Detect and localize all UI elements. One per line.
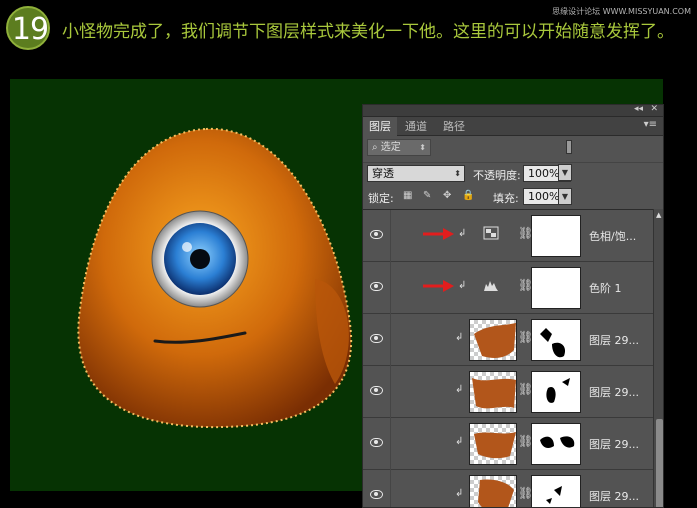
panel-menu-icon[interactable]: ▾≡	[644, 119, 657, 130]
layer-name[interactable]: 色阶 1	[589, 280, 622, 296]
red-arrow-icon	[423, 228, 454, 240]
layer-filter-select[interactable]: ⌕ 选定 ⬍	[367, 139, 431, 156]
tab-channels[interactable]: 通道	[399, 117, 437, 136]
layer-row[interactable]: ↲ ⛓ 色阶 1	[363, 262, 653, 314]
levels-icon	[484, 281, 498, 291]
blend-mode-select[interactable]: 穿透 ⬍	[367, 165, 465, 182]
mask-thumbnail[interactable]	[531, 215, 581, 257]
visibility-toggle[interactable]	[363, 418, 391, 470]
eye-icon[interactable]	[370, 438, 383, 447]
opacity-label: 不透明度:	[473, 169, 521, 182]
layer-row[interactable]: ↲ ⛓ 图层 29...	[363, 366, 653, 418]
layer-row[interactable]: ↲ ⛓ 色相/饱...	[363, 210, 653, 262]
hue-saturation-icon	[483, 226, 499, 240]
tab-layers[interactable]: 图层	[363, 117, 397, 136]
red-arrow-icon	[423, 280, 454, 292]
fill-value: 100%	[528, 190, 560, 203]
fill-dropdown-button[interactable]: ▼	[558, 188, 572, 205]
filter-toggle[interactable]	[566, 140, 572, 154]
clip-arrow-icon: ↲	[455, 488, 464, 499]
lock-transparent-icon[interactable]: ▦	[403, 190, 412, 201]
layer-row[interactable]: ↲ ⛓ 图层 29...	[363, 470, 653, 507]
mask-thumbnail[interactable]	[531, 423, 581, 465]
clip-arrow-icon: ↲	[458, 228, 467, 239]
mask-thumbnail[interactable]	[531, 319, 581, 361]
layer-thumbnail[interactable]	[469, 371, 517, 413]
eye-icon[interactable]	[370, 230, 383, 239]
clip-arrow-icon: ↲	[458, 280, 467, 291]
layers-list[interactable]: ↲ ⛓ 色相/饱... ↲ ⛓ 色阶 1 ↲ ⛓ 图层 29... ↲ ⛓ 图层…	[363, 209, 653, 507]
layer-name[interactable]: 图层 29...	[589, 384, 639, 400]
tab-paths[interactable]: 路径	[437, 117, 475, 136]
mask-thumbnail[interactable]	[531, 475, 581, 507]
layer-name[interactable]: 图层 29...	[589, 332, 639, 348]
step-number: 19	[11, 12, 49, 47]
mask-thumbnail[interactable]	[531, 371, 581, 413]
layer-name[interactable]: 色相/饱...	[589, 228, 636, 244]
clip-arrow-icon: ↲	[455, 436, 464, 447]
layer-row[interactable]: ↲ ⛓ 图层 29...	[363, 418, 653, 470]
layer-thumbnail[interactable]	[469, 319, 517, 361]
lock-row: 锁定: ▦ ✎ ✥ 🔒 填充: 100%	[363, 186, 663, 208]
visibility-toggle[interactable]	[363, 262, 391, 314]
opacity-dropdown-button[interactable]: ▼	[558, 164, 572, 181]
lock-brush-icon[interactable]: ✎	[423, 190, 431, 201]
layer-filter-row: ⌕ 选定 ⬍	[363, 137, 663, 159]
panel-tabs: 图层 通道 路径 ▾≡	[363, 117, 663, 136]
visibility-toggle[interactable]	[363, 470, 391, 507]
fill-label: 填充:	[493, 192, 519, 205]
monster-illustration	[77, 127, 353, 429]
step-badge: 19	[6, 6, 50, 50]
eye-icon[interactable]	[370, 386, 383, 395]
lock-move-icon[interactable]: ✥	[443, 190, 451, 201]
step-instruction: 小怪物完成了，我们调节下图层样式来美化一下他。这里的可以开始随意发挥了。	[62, 22, 674, 42]
layer-thumbnail[interactable]	[469, 475, 517, 507]
layer-thumbnail[interactable]	[469, 423, 517, 465]
watermark: 思缘设计论坛 WWW.MISSYUAN.COM	[552, 7, 691, 16]
eye-pupil	[190, 249, 210, 269]
layer-name[interactable]: 图层 29...	[589, 436, 639, 452]
blend-mode-value: 穿透	[372, 167, 394, 180]
close-icon[interactable]: ✕	[650, 105, 658, 114]
eye-icon[interactable]	[370, 490, 383, 499]
collapse-icon[interactable]: ◂◂	[634, 105, 643, 114]
chevron-updown-icon: ⬍	[419, 143, 426, 152]
blend-row: 穿透 ⬍ 不透明度: 100%	[363, 162, 663, 184]
scroll-up-icon[interactable]: ▲	[656, 211, 661, 219]
layer-name[interactable]: 图层 29...	[589, 488, 639, 504]
visibility-toggle[interactable]	[363, 314, 391, 366]
scroll-thumb[interactable]	[656, 419, 663, 507]
clip-arrow-icon: ↲	[455, 332, 464, 343]
eye-icon[interactable]	[370, 334, 383, 343]
chevron-updown-icon: ⬍	[454, 169, 461, 178]
mask-thumbnail[interactable]	[531, 267, 581, 309]
eye-icon[interactable]	[370, 282, 383, 291]
visibility-toggle[interactable]	[363, 366, 391, 418]
lock-all-icon[interactable]: 🔒	[462, 190, 474, 201]
lock-label: 锁定:	[368, 192, 394, 205]
filter-label: 选定	[380, 142, 401, 153]
visibility-toggle[interactable]	[363, 210, 391, 262]
layers-scrollbar[interactable]: ▲	[653, 209, 663, 507]
search-icon: ⌕	[372, 142, 378, 153]
panel-title-bar[interactable]: ◂◂ ✕	[363, 105, 663, 117]
clip-arrow-icon: ↲	[455, 384, 464, 395]
eye-highlight	[182, 242, 192, 252]
layers-panel[interactable]: ◂◂ ✕ 图层 通道 路径 ▾≡ ⌕ 选定 ⬍ 穿透 ⬍ 不透明度: 100% …	[362, 104, 664, 508]
layer-row[interactable]: ↲ ⛓ 图层 29...	[363, 314, 653, 366]
opacity-value: 100%	[528, 167, 560, 180]
